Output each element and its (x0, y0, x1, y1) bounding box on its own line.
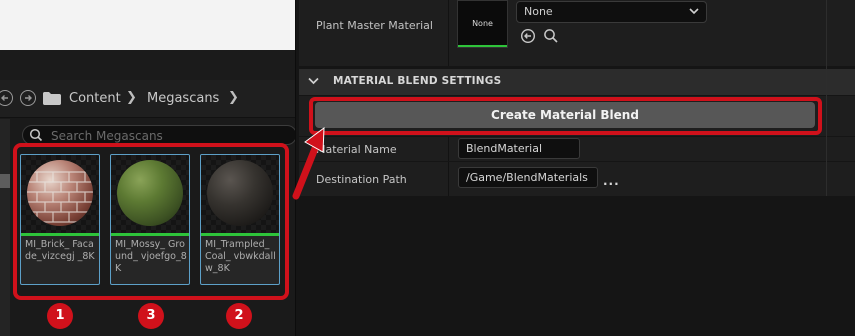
viewport-footer (0, 50, 295, 80)
search-input[interactable] (51, 128, 281, 143)
chevron-down-icon (689, 8, 699, 15)
browse-search-icon[interactable] (543, 28, 559, 44)
create-button-highlight-box (309, 97, 822, 135)
annotation-arrow-icon (292, 126, 325, 200)
column-divider (448, 162, 449, 196)
destination-path-value: /Game/BlendMaterials (466, 171, 588, 184)
material-name-value: BlendMaterial (466, 142, 543, 155)
content-browser-panel: Content ❯ Megascans ❯ Search Megascans M… (0, 0, 297, 336)
step-badge: 1 (47, 303, 73, 329)
thumbnail-text: None (472, 19, 493, 28)
chevron-right-icon[interactable]: ❯ (126, 90, 137, 105)
forward-icon[interactable] (20, 90, 36, 106)
plant-master-label: Plant Master Material (316, 19, 433, 32)
column-divider (448, 0, 449, 66)
section-title: MATERIAL BLEND SETTINGS (333, 75, 502, 87)
chevron-right-icon[interactable]: ❯ (228, 90, 239, 105)
step-badge: 2 (226, 303, 252, 329)
column-divider (448, 137, 449, 161)
destination-path-input[interactable]: /Game/BlendMaterials (458, 167, 598, 188)
use-selected-icon[interactable] (520, 28, 536, 44)
search-field[interactable] (22, 125, 297, 145)
asset-type-bar (458, 45, 507, 47)
sources-panel-strip (0, 119, 10, 336)
breadcrumb-megascans[interactable]: Megascans (147, 91, 219, 106)
dropdown-value: None (524, 5, 553, 18)
more-options-icon[interactable]: ... (603, 174, 620, 188)
assets-highlight-box (13, 143, 289, 300)
viewport-area (0, 0, 295, 50)
material-name-input[interactable]: BlendMaterial (458, 138, 580, 159)
search-icon (29, 128, 43, 142)
scrollbar-track[interactable] (826, 0, 827, 196)
breadcrumb-content[interactable]: Content (69, 91, 121, 106)
plant-master-dropdown[interactable]: None (516, 1, 707, 23)
screen: Content ❯ Megascans ❯ Search Megascans M… (0, 0, 855, 336)
material-blend-settings-header[interactable]: MATERIAL BLEND SETTINGS (299, 69, 855, 95)
folder-icon (43, 92, 61, 105)
material-thumbnail[interactable]: None (457, 0, 508, 48)
chevron-down-icon (308, 77, 319, 85)
step-badge: 3 (138, 303, 164, 329)
sources-selection-marker (0, 174, 10, 188)
